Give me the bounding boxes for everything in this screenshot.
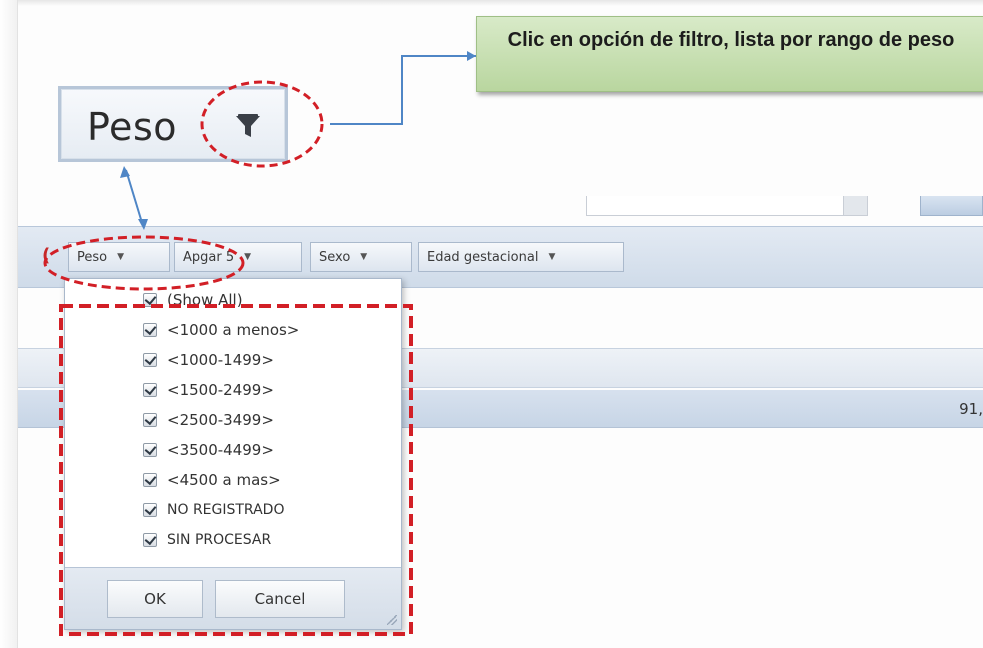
zoomed-peso-label: Peso bbox=[87, 105, 177, 149]
checkbox-checked-icon[interactable] bbox=[143, 473, 157, 487]
option-label: <4500 a mas> bbox=[167, 471, 281, 489]
filter-icon[interactable] bbox=[233, 111, 263, 141]
option-label: NO REGISTRADO bbox=[167, 502, 285, 518]
partial-toolbar-button[interactable] bbox=[920, 196, 983, 216]
zoomed-peso-header: Peso bbox=[58, 86, 288, 162]
top-border bbox=[18, 0, 983, 6]
checkbox-checked-icon[interactable] bbox=[143, 323, 157, 337]
option-show-all[interactable]: (Show All) bbox=[143, 285, 299, 315]
option-1500-2499[interactable]: <1500-2499> bbox=[143, 375, 299, 405]
option-4500-a-mas[interactable]: <4500 a mas> bbox=[143, 465, 299, 495]
connector-arrowhead-up-icon bbox=[120, 166, 130, 178]
option-label: <1000 a menos> bbox=[167, 321, 300, 339]
filter-peso-label: Peso bbox=[77, 249, 108, 265]
option-label: <3500-4499> bbox=[167, 441, 274, 459]
left-border bbox=[0, 0, 18, 648]
checkbox-checked-icon[interactable] bbox=[143, 413, 157, 427]
dropdown-arrow-icon: ▼ bbox=[117, 252, 125, 262]
filter-apgar-label: Apgar 5 bbox=[183, 249, 235, 265]
filter-edad-gestacional-button[interactable]: Edad gestacional ▼ bbox=[418, 242, 624, 272]
connector-arrowhead-icon bbox=[467, 51, 476, 61]
filter-edad-label: Edad gestacional bbox=[427, 249, 539, 265]
checkbox-checked-icon[interactable] bbox=[143, 503, 157, 517]
search-dropdown-button[interactable] bbox=[843, 196, 867, 215]
option-label: <2500-3499> bbox=[167, 411, 274, 429]
option-label: <1500-2499> bbox=[167, 381, 274, 399]
search-input[interactable] bbox=[586, 196, 868, 216]
dropdown-footer: OK Cancel bbox=[65, 567, 401, 629]
option-3500-4499[interactable]: <3500-4499> bbox=[143, 435, 299, 465]
dropdown-arrow-icon: ▼ bbox=[548, 252, 556, 262]
checkbox-checked-icon[interactable] bbox=[143, 533, 157, 547]
instruction-callout: Clic en opción de filtro, lista por rang… bbox=[476, 16, 983, 92]
filter-sexo-button[interactable]: Sexo ▼ bbox=[310, 242, 412, 272]
filter-dropdown: (Show All) <1000 a menos> <1000-1499> <1… bbox=[64, 278, 402, 630]
data-row-value: 91, bbox=[959, 400, 983, 418]
ok-button[interactable]: OK bbox=[107, 580, 203, 618]
filter-sexo-label: Sexo bbox=[319, 249, 351, 265]
option-1000-1499[interactable]: <1000-1499> bbox=[143, 345, 299, 375]
option-2500-3499[interactable]: <2500-3499> bbox=[143, 405, 299, 435]
filter-option-list: (Show All) <1000 a menos> <1000-1499> <1… bbox=[143, 285, 299, 555]
checkbox-checked-icon[interactable] bbox=[143, 353, 157, 367]
partial-red-icon: ( bbox=[42, 245, 51, 266]
checkbox-checked-icon[interactable] bbox=[143, 293, 157, 307]
dropdown-arrow-icon: ▼ bbox=[244, 252, 252, 262]
connector-line-to-toolbar bbox=[125, 169, 144, 227]
cancel-button[interactable]: Cancel bbox=[215, 580, 345, 618]
option-1000-a-menos[interactable]: <1000 a menos> bbox=[143, 315, 299, 345]
filter-apgar-button[interactable]: Apgar 5 ▼ bbox=[174, 242, 302, 272]
dropdown-arrow-icon: ▼ bbox=[360, 252, 368, 262]
checkbox-checked-icon[interactable] bbox=[143, 443, 157, 457]
option-label: SIN PROCESAR bbox=[167, 532, 272, 548]
option-sin-procesar[interactable]: SIN PROCESAR bbox=[143, 525, 299, 555]
option-label: (Show All) bbox=[167, 291, 243, 309]
option-no-registrado[interactable]: NO REGISTRADO bbox=[143, 495, 299, 525]
checkbox-checked-icon[interactable] bbox=[143, 383, 157, 397]
option-label: <1000-1499> bbox=[167, 351, 274, 369]
screenshot-canvas: ( Peso ▼ Apgar 5 ▼ Sexo ▼ Edad gestacion… bbox=[0, 0, 983, 648]
resize-grip-icon[interactable] bbox=[387, 615, 397, 625]
connector-line-to-callout bbox=[330, 55, 476, 125]
filter-peso-button[interactable]: Peso ▼ bbox=[68, 242, 170, 272]
